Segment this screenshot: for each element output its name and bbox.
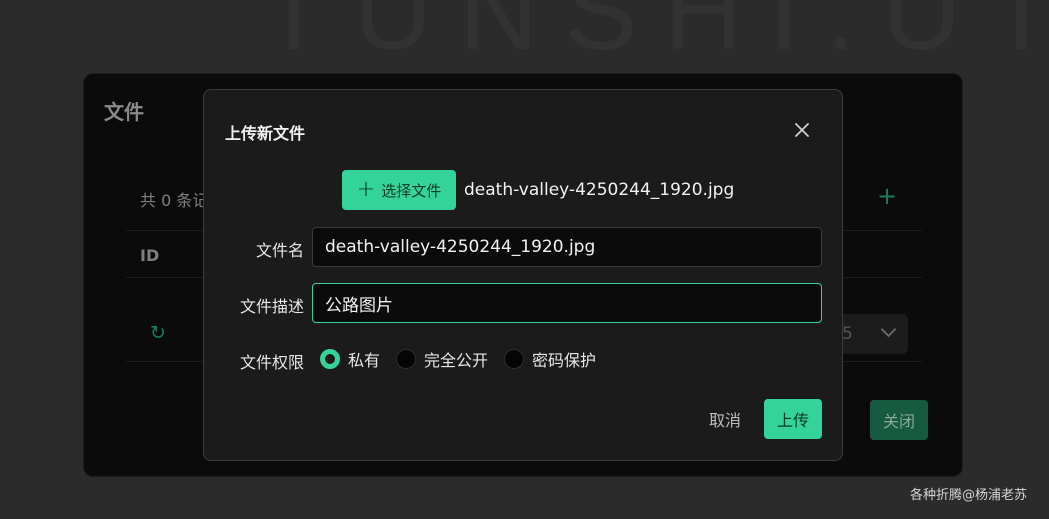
description-input[interactable] xyxy=(312,283,822,323)
radio-label: 私有 xyxy=(348,351,381,370)
watermark: 各种折腾@杨浦老苏 xyxy=(910,488,1028,503)
close-panel-button[interactable]: 关闭 xyxy=(870,400,928,440)
radio-dot[interactable] xyxy=(396,349,417,369)
radio-label: 完全公开 xyxy=(424,351,489,370)
permission-label: 文件权限 xyxy=(239,353,304,372)
description-label: 文件描述 xyxy=(239,297,304,316)
chevron-down-icon xyxy=(880,321,897,338)
radio-dot[interactable] xyxy=(320,349,340,369)
plus-icon: + xyxy=(356,177,376,202)
choose-file-button[interactable]: + 选择文件 xyxy=(342,170,456,210)
modal-title: 上传新文件 xyxy=(225,124,306,143)
radio-password[interactable]: 密码保护 xyxy=(504,347,596,371)
background-logo: TUNSHI.UT xyxy=(260,0,1049,73)
filename-label: 文件名 xyxy=(255,241,304,260)
panel-title: 文件 xyxy=(104,100,144,124)
cancel-button[interactable]: 取消 xyxy=(700,399,750,439)
chosen-file-name: death-valley-4250244_1920.jpg xyxy=(464,180,735,200)
radio-public[interactable]: 完全公开 xyxy=(396,347,488,371)
radio-label: 密码保护 xyxy=(532,351,597,370)
page-size-value: 5 xyxy=(842,324,853,344)
filename-input[interactable] xyxy=(312,227,822,267)
refresh-icon[interactable]: ↻ xyxy=(150,322,166,344)
upload-modal: 上传新文件 + 选择文件 death-valley-4250244_1920.j… xyxy=(203,89,843,461)
record-count: 共 0 条记 xyxy=(140,191,209,210)
radio-private[interactable]: 私有 xyxy=(320,347,380,371)
close-icon[interactable] xyxy=(792,120,812,140)
radio-dot[interactable] xyxy=(504,349,525,369)
add-icon[interactable]: + xyxy=(877,182,897,210)
column-header-id: ID xyxy=(140,246,160,265)
permission-radio-group: 私有 完全公开 密码保护 xyxy=(320,347,612,371)
upload-button[interactable]: 上传 xyxy=(764,399,822,439)
choose-file-label: 选择文件 xyxy=(381,181,442,200)
